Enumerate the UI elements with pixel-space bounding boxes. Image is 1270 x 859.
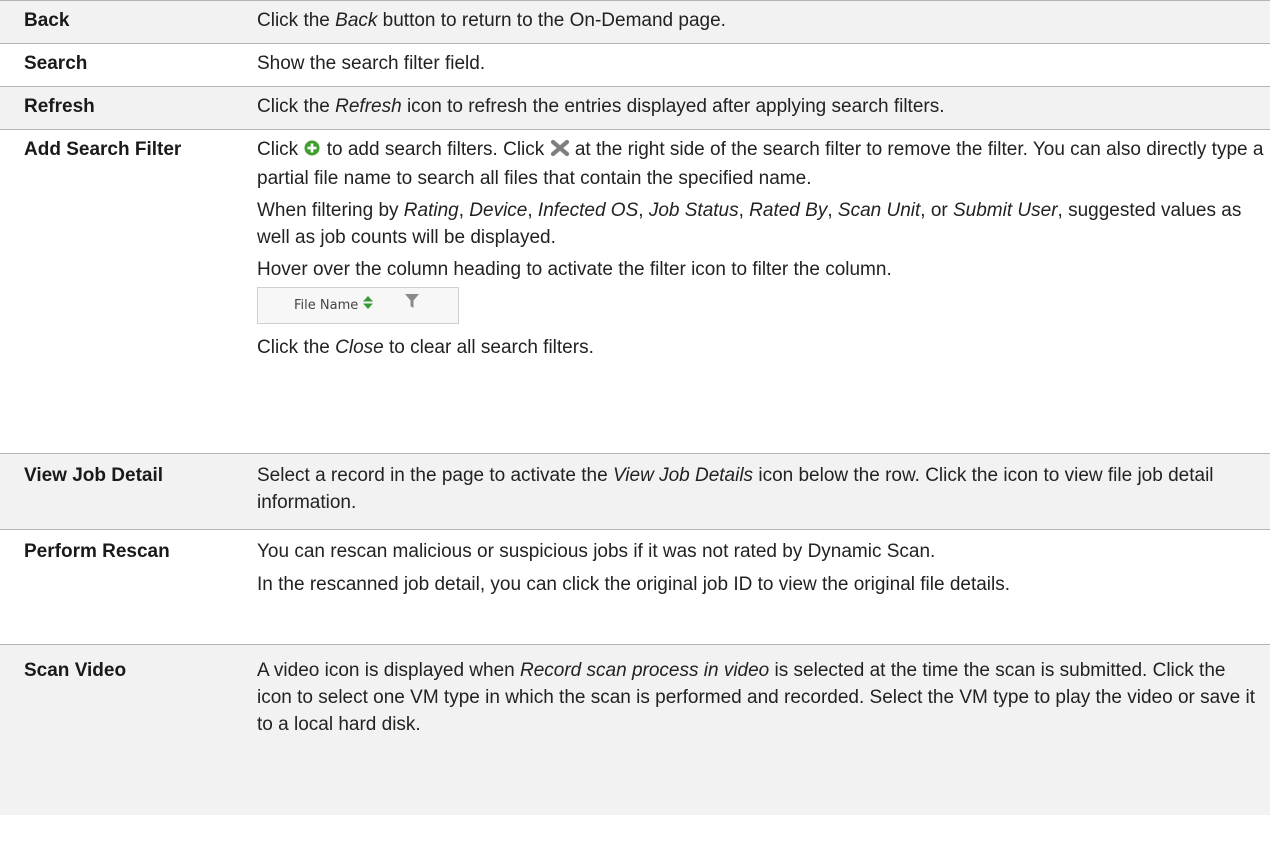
row-term: Perform Rescan (24, 541, 170, 562)
rescan-detail-paragraph: In the rescanned job detail, you can cli… (257, 574, 1011, 595)
text-run: Click the (257, 96, 336, 117)
emphasis-term: Rating (403, 200, 459, 221)
emphasis-term: Back (335, 10, 378, 31)
emphasis-term: Refresh (335, 96, 402, 117)
row-description: Click to add search filters. Click at th… (257, 136, 1270, 453)
rescan-paragraph: You can rescan malicious or suspicious j… (257, 541, 936, 562)
text-run: button to return to the On-Demand page. (377, 10, 726, 31)
text-run: , (458, 200, 470, 221)
close-paragraph: Click the Close to clear all search filt… (257, 334, 1264, 361)
column-heading-label: File Name (294, 298, 359, 313)
row-description: Click the Back button to return to the O… (257, 7, 1270, 43)
column-heading-example: File Name (257, 287, 459, 324)
text-run: Show the search filter field. (257, 53, 486, 74)
text-run: , (527, 200, 538, 221)
add-circle-icon (303, 138, 321, 165)
table-row: Search Show the search filter field. (0, 44, 1270, 87)
text-run: A video icon is displayed when (257, 660, 520, 681)
table-row: View Job Detail Select a record in the p… (0, 454, 1270, 530)
table-row: Back Click the Back button to return to … (0, 1, 1270, 44)
emphasis-term: Infected OS (537, 200, 639, 221)
row-term: View Job Detail (24, 465, 164, 486)
row-description: Show the search filter field. (257, 50, 1270, 86)
text-run: to clear all search filters. (383, 337, 594, 358)
text-run: Click the (257, 10, 336, 31)
text-run: , (827, 200, 838, 221)
emphasis-term: Job Status (648, 200, 739, 221)
row-term: Search (24, 53, 88, 74)
feature-table: Back Click the Back button to return to … (0, 0, 1270, 815)
table-row: Scan Video A video icon is displayed whe… (0, 645, 1270, 815)
text-run: , (638, 200, 649, 221)
hover-paragraph: Hover over the column heading to activat… (257, 259, 892, 280)
row-description: You can rescan malicious or suspicious j… (257, 538, 1270, 644)
emphasis-term: Close (335, 337, 384, 358)
row-term: Refresh (24, 96, 95, 117)
add-filter-paragraph: Click to add search filters. Click at th… (257, 138, 1264, 189)
text-run: When filtering by (257, 200, 404, 221)
row-description: Click the Refresh icon to refresh the en… (257, 93, 1270, 129)
text-run: Select a record in the page to activate … (257, 465, 613, 486)
text-run: , (738, 200, 750, 221)
row-term: Back (24, 10, 70, 31)
table-row: Add Search Filter Click to add search fi… (0, 130, 1270, 454)
emphasis-term: View Job Details (612, 465, 754, 486)
filter-fields-paragraph: When filtering by Rating, Device, Infect… (257, 197, 1264, 251)
emphasis-term: Device (469, 200, 528, 221)
row-description: A video icon is displayed when Record sc… (257, 657, 1270, 815)
emphasis-term: Scan Unit (837, 200, 921, 221)
sort-icon (363, 292, 374, 319)
table-row: Perform Rescan You can rescan malicious … (0, 530, 1270, 645)
text-run: Click the (257, 337, 336, 358)
filter-funnel-icon (405, 292, 420, 319)
row-description: Select a record in the page to activate … (257, 462, 1270, 529)
text-run: icon to refresh the entries displayed af… (401, 96, 945, 117)
text-run: , or (920, 200, 953, 221)
row-term: Add Search Filter (24, 139, 182, 160)
remove-x-icon (550, 138, 570, 165)
emphasis-term: Rated By (749, 200, 828, 221)
emphasis-term: Submit User (953, 200, 1058, 221)
row-term: Scan Video (24, 660, 127, 681)
emphasis-term: Record scan process in video (520, 660, 770, 681)
table-row: Refresh Click the Refresh icon to refres… (0, 87, 1270, 130)
